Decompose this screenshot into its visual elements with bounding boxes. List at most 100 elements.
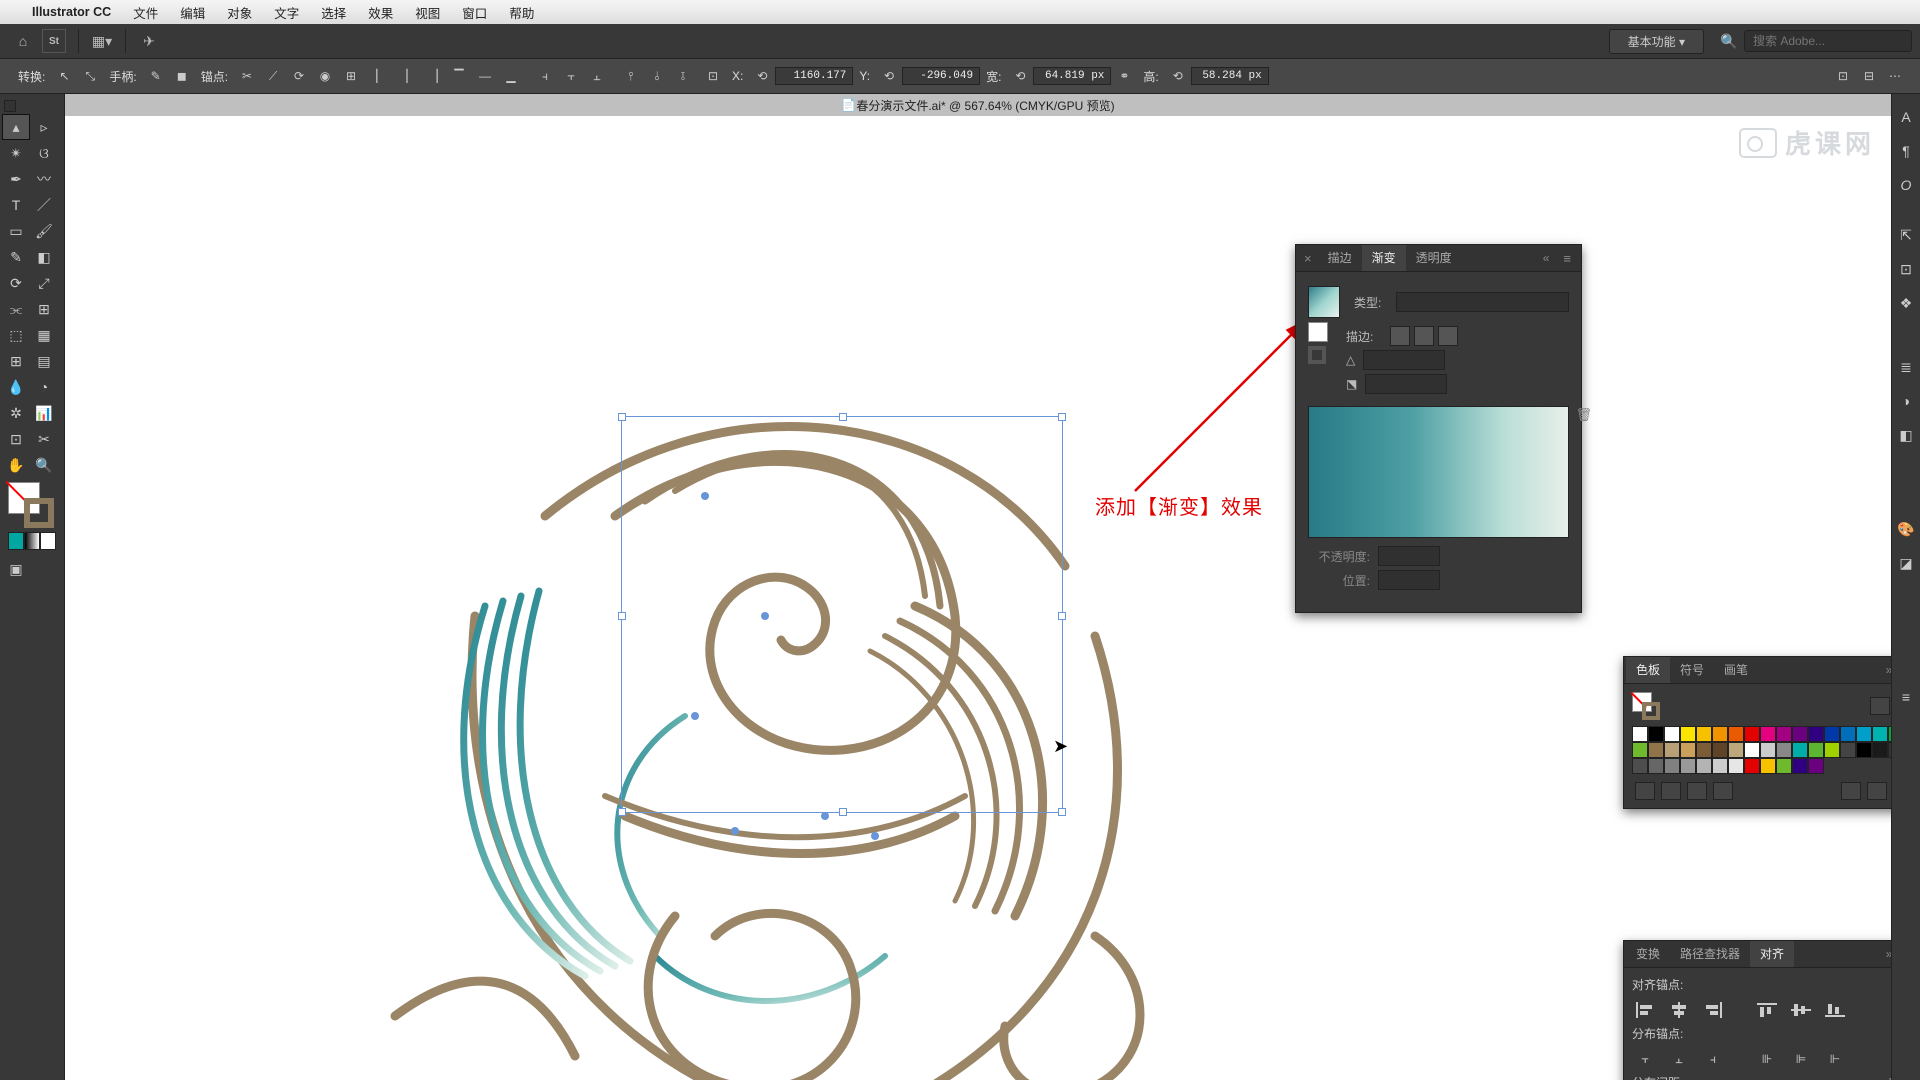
artboard-tool[interactable]: ⊡ bbox=[3, 427, 29, 451]
swatch-cell[interactable] bbox=[1712, 726, 1728, 742]
swatch-cell[interactable] bbox=[1648, 742, 1664, 758]
align-left-button[interactable] bbox=[1632, 999, 1658, 1021]
panel-collapse-icon[interactable]: « bbox=[1537, 245, 1556, 271]
blend-tool[interactable]: ◔ bbox=[31, 375, 57, 399]
align-right-icon[interactable]: ▕ bbox=[423, 66, 443, 86]
swatch-cell[interactable] bbox=[1792, 742, 1808, 758]
menu-edit[interactable]: 编辑 bbox=[180, 3, 205, 22]
free-transform-tool[interactable]: ⊞ bbox=[31, 297, 57, 321]
swatch-cell[interactable] bbox=[1824, 742, 1840, 758]
swatch-cell[interactable] bbox=[1808, 726, 1824, 742]
slice-tool[interactable]: ✂ bbox=[31, 427, 57, 451]
opacity-input[interactable] bbox=[1378, 546, 1440, 566]
perspective-tool[interactable]: ▦ bbox=[31, 323, 57, 347]
pen-tool[interactable]: ✒ bbox=[3, 167, 29, 191]
align-hcenter-button[interactable] bbox=[1666, 999, 1692, 1021]
swatch-cell[interactable] bbox=[1792, 726, 1808, 742]
shaper-tool[interactable]: ✎ bbox=[3, 245, 29, 269]
anchor-cut-icon[interactable]: ⟳ bbox=[289, 66, 309, 86]
mini-swatch-gradient[interactable] bbox=[24, 532, 40, 550]
align-to-icon[interactable]: ⊟ bbox=[1859, 66, 1879, 86]
swatch-cell[interactable] bbox=[1712, 742, 1728, 758]
handle-hide-icon[interactable]: ◼ bbox=[172, 66, 192, 86]
swatch-options-icon[interactable] bbox=[1687, 782, 1707, 800]
swatch-cell[interactable] bbox=[1712, 758, 1728, 774]
swatch-cell[interactable] bbox=[1728, 726, 1744, 742]
swatch-cell[interactable] bbox=[1760, 742, 1776, 758]
align-panel[interactable]: 变换 路径查找器 对齐 » ≡ 对齐锚点: bbox=[1623, 940, 1891, 1080]
swatch-cell[interactable] bbox=[1760, 726, 1776, 742]
eyedropper-tool[interactable]: 💧 bbox=[3, 375, 29, 399]
w-link-icon[interactable]: ⟲ bbox=[1010, 66, 1030, 86]
dist-left-icon[interactable]: ⫞ bbox=[535, 66, 555, 86]
symbol-sprayer-tool[interactable]: ✲ bbox=[3, 401, 29, 425]
dist-hcenter-button[interactable]: ⊫ bbox=[1788, 1048, 1814, 1070]
swatch-cell[interactable] bbox=[1632, 758, 1648, 774]
more-options-icon[interactable]: ⋯ bbox=[1885, 66, 1905, 86]
menu-effect[interactable]: 效果 bbox=[368, 3, 393, 22]
dist-right-icon[interactable]: ⫠ bbox=[587, 66, 607, 86]
tab-symbols[interactable]: 符号 bbox=[1670, 657, 1714, 683]
dist-left-button[interactable]: ⊪ bbox=[1754, 1048, 1780, 1070]
swatch-cell[interactable] bbox=[1888, 726, 1891, 742]
swatches-panel[interactable]: 色板 符号 画笔 » ≡ bbox=[1623, 656, 1891, 809]
dock-assets-icon[interactable]: ⇱ bbox=[1895, 221, 1917, 249]
swatch-cell[interactable] bbox=[1776, 742, 1792, 758]
swatch-cell[interactable] bbox=[1744, 758, 1760, 774]
swatch-cell[interactable] bbox=[1872, 726, 1888, 742]
gradient-tool[interactable]: ▤ bbox=[31, 349, 57, 373]
dock-appearance-icon[interactable]: ◑ bbox=[1895, 387, 1917, 415]
handle-show-icon[interactable]: ✎ bbox=[146, 66, 166, 86]
dock-layers-icon[interactable]: ≣ bbox=[1895, 353, 1917, 381]
gradient-angle-input[interactable] bbox=[1363, 350, 1445, 370]
swatch-cell[interactable] bbox=[1680, 758, 1696, 774]
dist-top-button[interactable]: ⫟ bbox=[1632, 1048, 1658, 1070]
swatch-cell[interactable] bbox=[1792, 758, 1808, 774]
swatch-cell[interactable] bbox=[1744, 742, 1760, 758]
swatch-cell[interactable] bbox=[1776, 758, 1792, 774]
swatch-cell[interactable] bbox=[1696, 726, 1712, 742]
anchor-remove-icon[interactable]: ✂ bbox=[237, 66, 257, 86]
gradient-fill-target[interactable] bbox=[1308, 322, 1328, 342]
align-vcenter-icon[interactable]: ― bbox=[475, 66, 495, 86]
mini-swatch-none[interactable] bbox=[40, 532, 56, 550]
dock-libraries-icon[interactable]: ❖ bbox=[1895, 289, 1917, 317]
paintbrush-tool[interactable]: 🖌 bbox=[31, 219, 57, 243]
swatch-cell[interactable] bbox=[1888, 742, 1891, 758]
swatch-colorgroup-icon[interactable] bbox=[1713, 782, 1733, 800]
app-name[interactable]: Illustrator CC bbox=[32, 5, 111, 19]
dock-artboards-icon[interactable]: ⊡ bbox=[1895, 255, 1917, 283]
canvas[interactable]: ➤ 添加【渐变】效果 × 描边 渐变 透明度 « ≡ bbox=[65, 116, 1891, 1080]
tab-swatches[interactable]: 色板 bbox=[1626, 657, 1670, 683]
search-icon[interactable]: 🔍 bbox=[1718, 30, 1740, 52]
swatch-cell[interactable] bbox=[1696, 758, 1712, 774]
mesh-tool[interactable]: ⊞ bbox=[3, 349, 29, 373]
delete-stop-icon[interactable]: 🗑 bbox=[1575, 407, 1592, 423]
align-pixel-icon[interactable]: ⊞ bbox=[341, 66, 361, 86]
rotate-tool[interactable]: ⟳ bbox=[3, 271, 29, 295]
swatch-cell[interactable] bbox=[1648, 726, 1664, 742]
swatch-cell[interactable] bbox=[1808, 742, 1824, 758]
position-input[interactable] bbox=[1378, 570, 1440, 590]
line-tool[interactable]: ／ bbox=[31, 193, 57, 217]
menu-file[interactable]: 文件 bbox=[133, 3, 158, 22]
shape-builder-tool[interactable]: ⬚ bbox=[3, 323, 29, 347]
toolbox-close-icon[interactable] bbox=[4, 100, 16, 112]
dist-vert3-icon[interactable]: ⫱ bbox=[673, 66, 693, 86]
panel-close-icon[interactable]: × bbox=[1298, 251, 1318, 266]
stroke-along-icon[interactable] bbox=[1414, 326, 1434, 346]
dock-graphic-styles-icon[interactable]: ◧ bbox=[1895, 421, 1917, 449]
dist-bottom-button[interactable]: ⫞ bbox=[1700, 1048, 1726, 1070]
dock-color-icon[interactable]: 🎨 bbox=[1895, 515, 1917, 543]
document-tab[interactable]: 📄 春分演示文件.ai* @ 567.64% (CMYK/GPU 预览) bbox=[65, 94, 1891, 116]
hand-tool[interactable]: ✋ bbox=[3, 453, 29, 477]
swatch-libraries-icon[interactable] bbox=[1635, 782, 1655, 800]
gradient-panel[interactable]: × 描边 渐变 透明度 « ≡ 类型: bbox=[1295, 244, 1582, 613]
swatch-cell[interactable] bbox=[1840, 742, 1856, 758]
swatch-cell[interactable] bbox=[1728, 758, 1744, 774]
menu-object[interactable]: 对象 bbox=[227, 3, 252, 22]
swatch-cell[interactable] bbox=[1744, 726, 1760, 742]
search-input[interactable] bbox=[1744, 30, 1912, 52]
gradient-type-select[interactable] bbox=[1396, 292, 1569, 312]
isolate-icon[interactable]: ◉ bbox=[315, 66, 335, 86]
